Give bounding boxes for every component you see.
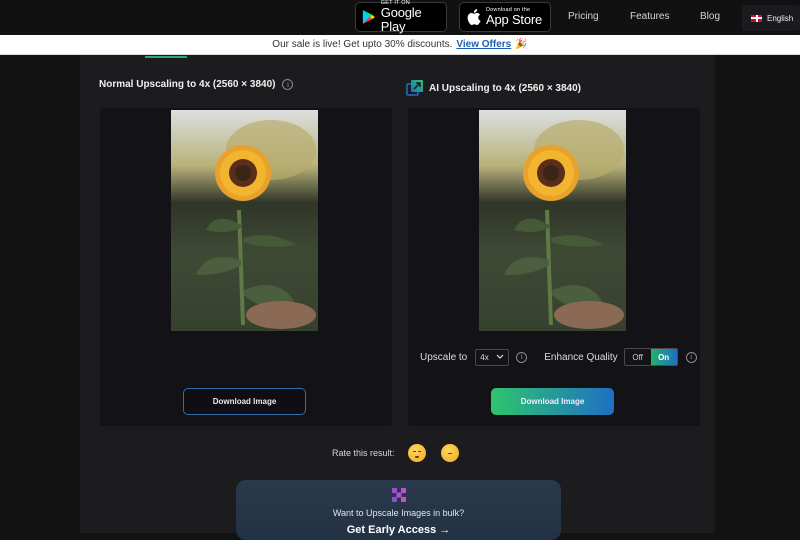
info-icon[interactable]: i [282,79,294,90]
rating-label: Rate this result: [332,448,395,458]
enhance-quality-label: Enhance Quality [544,351,618,363]
upscale-to-label: Upscale to [420,351,468,363]
top-navigation-bar: GET IT ON Google Play Download on the Ap… [0,0,800,35]
normal-upscaling-title: Normal Upscaling to 4x (2560 × 3840) i [99,79,294,90]
apple-icon [467,9,481,25]
bulk-upscale-icon [392,488,406,502]
nav-pricing[interactable]: Pricing [568,11,599,22]
sunflower-image [171,110,318,331]
upscale-icon [406,80,423,96]
rating-row: Rate this result: [332,444,459,462]
ai-upscaled-image [479,110,626,331]
toggle-off-option[interactable]: Off [624,349,651,365]
language-selector[interactable]: English [742,5,800,31]
download-normal-image-button[interactable]: Download Image [183,388,306,415]
nav-blog[interactable]: Blog [700,11,720,22]
language-label: English [767,13,794,23]
uk-flag-icon [751,14,762,22]
google-play-button[interactable]: GET IT ON Google Play [355,0,447,34]
bulk-question-text: Want to Upscale Images in bulk? [332,508,465,518]
view-offers-link[interactable]: View Offers [456,39,511,50]
ai-upscaling-title-text: AI Upscaling to 4x (2560 × 3840) [429,82,582,94]
upscale-factor-select[interactable]: 4x [475,348,510,366]
active-tab-indicator [145,56,187,58]
google-play-icon [362,10,375,24]
neutral-face-icon[interactable] [440,444,459,462]
sale-banner: Our sale is live! Get upto 30% discounts… [0,35,800,55]
toggle-on-option[interactable]: On [650,349,677,365]
ai-upscale-controls: Upscale to 4x i Enhance Quality Off On i [420,347,697,367]
google-play-label: Google Play [380,5,422,34]
unamused-face-icon[interactable] [407,444,426,462]
normal-upscaled-image [171,110,318,331]
nav-features[interactable]: Features [630,11,669,22]
normal-upscaling-title-text: Normal Upscaling to 4x (2560 × 3840) [99,79,276,90]
upscale-info-icon[interactable]: i [516,351,528,363]
party-popper-icon: 🎉 [515,39,528,50]
get-early-access-link[interactable]: Get Early Access → [236,524,561,536]
app-store-label: App Store [486,12,543,27]
sunflower-image [479,110,626,331]
bulk-upscale-promo: Want to Upscale Images in bulk? Get Earl… [236,480,561,540]
enhance-quality-toggle[interactable]: Off On [623,348,678,366]
download-ai-image-button[interactable]: Download Image [491,388,614,415]
ai-upscaling-title: AI Upscaling to 4x (2560 × 3840) [406,79,581,97]
app-store-button[interactable]: Download on the App Store [459,2,551,32]
sale-banner-text: Our sale is live! Get upto 30% discounts… [272,39,453,50]
chevron-down-icon [496,354,504,359]
enhance-info-icon[interactable]: i [685,351,697,363]
upscale-factor-value: 4x [480,352,489,362]
